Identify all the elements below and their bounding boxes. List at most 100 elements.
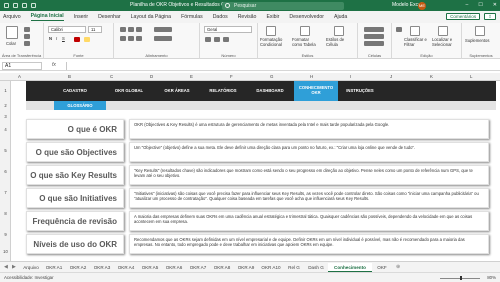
column-header[interactable]: H <box>310 74 313 79</box>
autosum-icon[interactable] <box>396 27 402 32</box>
column-header[interactable]: K <box>430 74 433 79</box>
underline-icon[interactable]: S <box>62 36 65 41</box>
column-header[interactable]: F <box>230 74 233 79</box>
sheet-tab[interactable]: Arquivo <box>20 263 42 272</box>
redo-icon[interactable] <box>31 3 36 8</box>
column-header[interactable]: C <box>110 74 113 79</box>
format-cells-icon[interactable] <box>364 41 384 46</box>
row-header[interactable]: 4 <box>0 127 11 132</box>
find-select-label[interactable]: Localizar e Selecionar <box>432 37 458 47</box>
copy-icon[interactable] <box>24 34 30 39</box>
sheet-tab[interactable]: OKR A4 <box>114 263 138 272</box>
row-header[interactable]: 2 <box>0 103 11 108</box>
column-header[interactable]: D <box>150 74 153 79</box>
nav-cadastro[interactable]: CADASTRO <box>46 81 104 101</box>
save-icon[interactable] <box>13 3 18 8</box>
column-header[interactable]: B <box>68 74 71 79</box>
align-right-icon[interactable] <box>136 36 142 41</box>
autosave-icon[interactable] <box>4 3 9 8</box>
tab-revisao[interactable]: Revisão <box>238 14 257 20</box>
tab-arquivo[interactable]: Arquivo <box>3 14 21 20</box>
row-header[interactable]: 8 <box>0 211 11 216</box>
sheet-tab[interactable]: OKR A8 <box>210 263 234 272</box>
addins-button-label[interactable]: Suplementos <box>465 38 489 43</box>
sheet-tab[interactable]: Dash G <box>304 263 328 272</box>
nav-instrucoes[interactable]: INSTRUÇÕES <box>338 81 382 101</box>
tab-glossario[interactable]: GLOSSÁRIO <box>54 101 106 110</box>
search-box[interactable]: Pesquisar <box>222 1 344 10</box>
close-icon[interactable]: ✕ <box>493 2 497 8</box>
align-middle-icon[interactable] <box>128 27 134 32</box>
row-header[interactable]: 9 <box>0 232 11 237</box>
conditional-formatting-label[interactable]: Formatação Condicional <box>260 37 288 47</box>
align-bottom-icon[interactable] <box>136 27 142 32</box>
number-format-combo[interactable]: Geral <box>204 26 252 33</box>
currency-icon[interactable] <box>205 37 211 42</box>
tab-exibir[interactable]: Exibir <box>266 14 279 20</box>
nav-conhecimento-okr[interactable]: CONHECIMENTO OKR <box>294 81 338 101</box>
percent-icon[interactable] <box>214 37 220 42</box>
format-table-icon[interactable] <box>300 26 310 36</box>
sheet-tab[interactable]: OKR A7 <box>186 263 210 272</box>
sheet-tab[interactable]: OKR A1 <box>42 263 66 272</box>
row-header[interactable]: 3 <box>0 114 11 119</box>
name-box[interactable]: A1 <box>2 61 42 70</box>
minimize-icon[interactable]: – <box>466 2 469 8</box>
sheet-tab[interactable]: OKR A9 <box>234 263 258 272</box>
row-header[interactable]: 7 <box>0 190 11 195</box>
sheet-tab[interactable]: OKR A5 <box>138 263 162 272</box>
accessibility-status[interactable]: Acessibilidade: Investigar <box>4 275 54 280</box>
row-header[interactable]: 5 <box>0 148 11 153</box>
tab-pagina-inicial[interactable]: Página Inicial <box>30 13 64 21</box>
paste-icon[interactable] <box>6 26 18 39</box>
conditional-formatting-icon[interactable] <box>266 26 276 36</box>
formula-input[interactable] <box>66 61 496 70</box>
share-button[interactable]: ⇪ <box>484 13 496 20</box>
column-header[interactable]: I <box>350 74 351 79</box>
font-name-combo[interactable]: Calibri <box>48 26 86 33</box>
italic-icon[interactable]: I <box>56 36 57 41</box>
insert-cells-icon[interactable] <box>364 27 384 32</box>
cell-styles-label[interactable]: Estilos de Célula <box>326 37 354 47</box>
tab-scroll-left-icon[interactable]: ◀ <box>4 264 8 270</box>
sheet-tab[interactable]: OKF <box>372 263 392 272</box>
column-header[interactable]: A <box>18 74 21 79</box>
sheet-tab-active[interactable]: Conhecimento <box>328 263 372 272</box>
sheet-tab[interactable]: OKR A2 <box>66 263 90 272</box>
zoom-level[interactable]: 80% <box>487 275 496 280</box>
row-header[interactable]: 10 <box>0 249 11 254</box>
zoom-slider-knob[interactable] <box>460 276 462 280</box>
maximize-icon[interactable]: ☐ <box>478 2 482 8</box>
tab-desenhar[interactable]: Desenhar <box>98 14 121 20</box>
tab-layout[interactable]: Layout da Página <box>131 14 171 20</box>
wrap-text-icon[interactable] <box>154 27 172 32</box>
column-header[interactable]: E <box>190 74 193 79</box>
font-size-combo[interactable]: 11 <box>88 26 102 33</box>
sheet-tab[interactable]: OKR A6 <box>162 263 186 272</box>
tab-desenvolvedor[interactable]: Desenvolvedor <box>289 14 324 20</box>
find-select-icon[interactable] <box>438 26 448 36</box>
row-header[interactable]: 6 <box>0 169 11 174</box>
bold-icon[interactable]: N <box>49 36 52 41</box>
comments-button[interactable]: Comentários <box>446 13 481 20</box>
align-left-icon[interactable] <box>120 36 126 41</box>
comma-icon[interactable] <box>223 37 229 42</box>
row-header[interactable]: 1 <box>0 88 11 93</box>
nav-dashboard[interactable]: DASHBOARD <box>246 81 294 101</box>
align-center-icon[interactable] <box>128 36 134 41</box>
sheet-tab[interactable]: Rel G <box>284 263 304 272</box>
column-header[interactable]: G <box>270 74 273 79</box>
fill-color-icon[interactable] <box>84 37 90 42</box>
tab-formulas[interactable]: Fórmulas <box>181 14 203 20</box>
merge-center-icon[interactable] <box>154 36 172 41</box>
addins-icon[interactable] <box>475 26 485 36</box>
column-header[interactable]: L <box>470 74 472 79</box>
delete-cells-icon[interactable] <box>364 34 384 39</box>
tab-ajuda[interactable]: Ajuda <box>334 14 347 20</box>
undo-icon[interactable] <box>22 3 27 8</box>
cell-styles-icon[interactable] <box>334 26 344 36</box>
tab-scroll-right-icon[interactable]: ▶ <box>12 264 16 270</box>
tab-dados[interactable]: Dados <box>213 14 228 20</box>
sheet-tab[interactable]: OKR A10 <box>258 263 284 272</box>
nav-okr-global[interactable]: OKR GLOBAL <box>104 81 154 101</box>
